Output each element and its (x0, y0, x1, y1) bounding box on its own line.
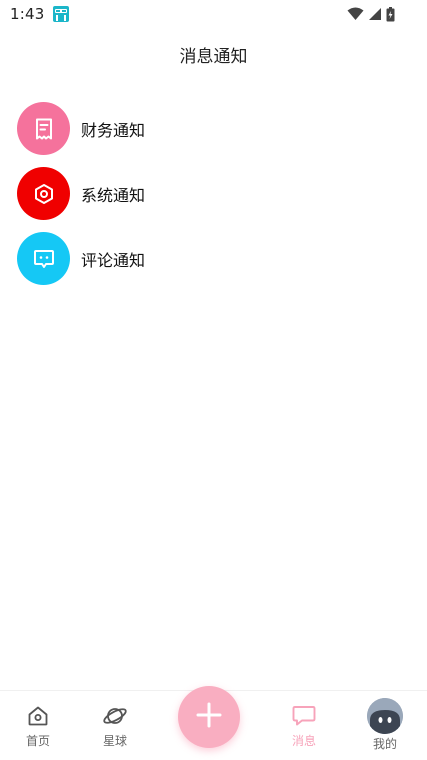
system-notification-item[interactable]: 系统通知 (0, 161, 427, 226)
avatar (367, 698, 403, 734)
tab-label: 消息 (291, 734, 316, 748)
notification-label: 评论通知 (81, 250, 146, 270)
tab-message[interactable]: 消息 (269, 691, 339, 760)
tab-mine[interactable]: 我的 (350, 691, 420, 760)
header: 消息通知 (0, 36, 427, 72)
chat-bubble-icon (17, 232, 70, 285)
cell-signal-icon (368, 7, 382, 21)
message-icon (291, 703, 317, 729)
finance-notification-item[interactable]: 财务通知 (0, 96, 427, 161)
tab-home[interactable]: 首页 (3, 691, 73, 760)
tab-label: 星球 (102, 734, 127, 748)
plus-icon (196, 702, 222, 732)
wifi-icon (347, 7, 364, 21)
notification-label: 财务通知 (81, 120, 146, 140)
comment-notification-item[interactable]: 评论通知 (0, 226, 427, 291)
home-icon (25, 703, 51, 729)
notification-list: 财务通知 系统通知 评论通知 (0, 96, 427, 291)
tab-label: 我的 (372, 737, 397, 751)
tab-label: 首页 (25, 734, 50, 748)
notification-label: 系统通知 (81, 185, 146, 205)
receipt-icon (17, 102, 70, 155)
app-notification-icon (52, 5, 70, 23)
status-bar: 1:43 (0, 0, 427, 28)
battery-icon (386, 6, 395, 22)
page-title: 消息通知 (179, 46, 248, 67)
status-left: 1:43 (10, 5, 70, 23)
status-right (347, 6, 395, 22)
hexagon-settings-icon (17, 167, 70, 220)
planet-icon (102, 703, 128, 729)
status-time: 1:43 (10, 5, 45, 23)
tab-planet[interactable]: 星球 (80, 691, 150, 760)
add-button[interactable] (178, 686, 240, 748)
